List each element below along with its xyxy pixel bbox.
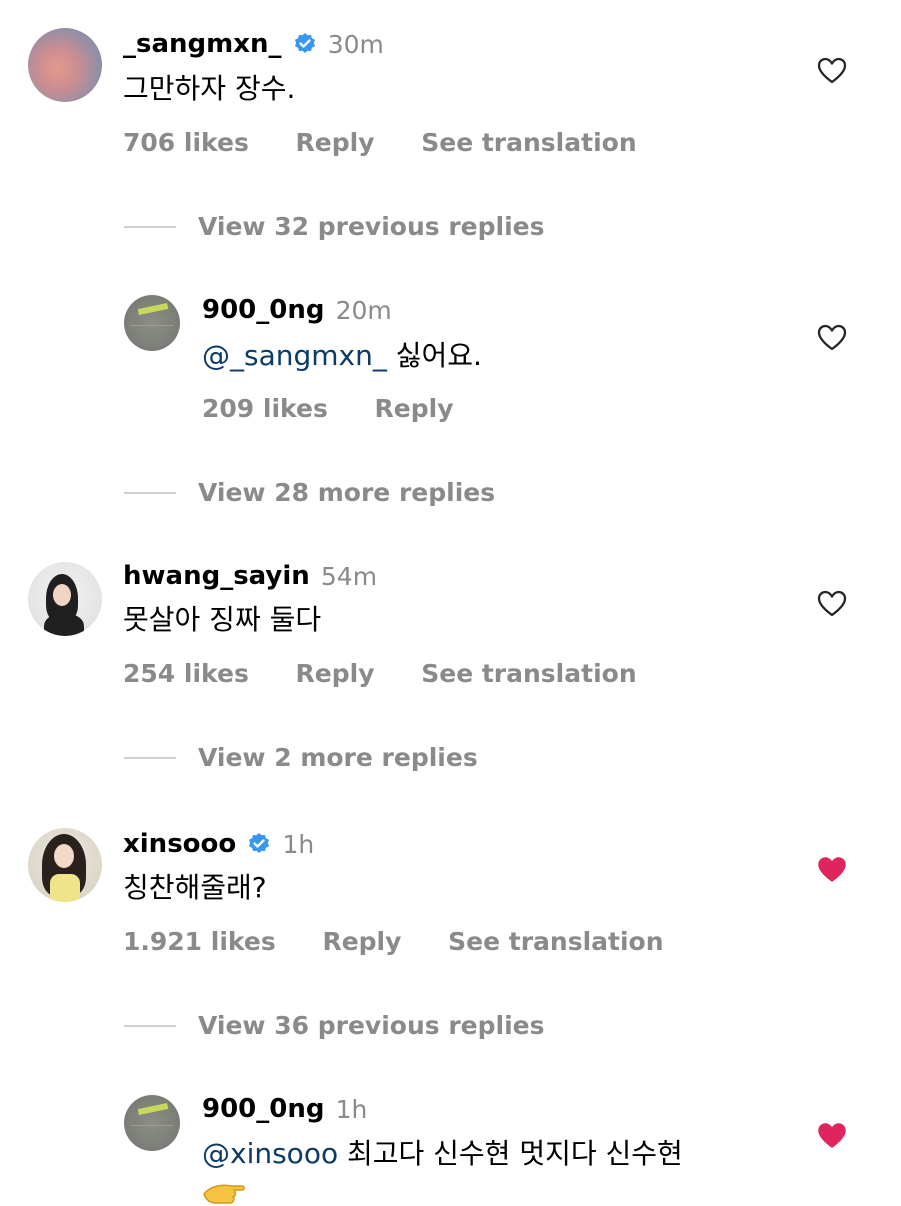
comment-text: 칭찬해줄래? <box>123 871 267 904</box>
avatar-900-0ng[interactable] <box>124 1095 180 1151</box>
comment-time: 1h <box>335 1094 368 1124</box>
heart-liked-icon[interactable] <box>817 1122 847 1150</box>
likes-count[interactable]: 1.921 likes <box>123 929 276 954</box>
avatar-900-0ng[interactable] <box>124 295 180 351</box>
heart-liked-icon[interactable] <box>817 856 847 884</box>
mention-link[interactable]: @_sangmxn_ <box>202 339 387 372</box>
avatar-sangmxn[interactable] <box>28 28 102 102</box>
reply-body: 최고다 신수현 멋지다 신수현 <box>338 1137 683 1170</box>
avatar-hwang-sayin[interactable] <box>28 562 102 636</box>
username[interactable]: hwang_sayin <box>123 561 310 591</box>
view-replies-button[interactable]: View 2 more replies <box>198 745 478 770</box>
see-translation-button[interactable]: See translation <box>421 130 636 155</box>
username[interactable]: 900_0ng <box>202 295 324 325</box>
comment-text: 그만하자 장수. <box>123 72 296 105</box>
vinyl-label <box>137 1102 169 1116</box>
reply-text: @_sangmxn_ 싫어요. <box>202 342 482 370</box>
heart-icon[interactable] <box>817 324 847 352</box>
view-replies-divider <box>124 492 176 494</box>
reply-text: @xinsooo 최고다 신수현 멋지다 신수현 <box>202 1140 683 1168</box>
pointing-hand-emoji-icon <box>203 1184 245 1204</box>
comment-time: 1h <box>282 829 315 859</box>
likes-count[interactable]: 254 likes <box>123 661 249 686</box>
reply-button[interactable]: Reply <box>322 929 401 954</box>
username[interactable]: 900_0ng <box>202 1094 324 1124</box>
comment-actions: 1.921 likes Reply See translation <box>123 929 664 954</box>
comment-actions: 254 likes Reply See translation <box>123 661 637 686</box>
likes-count[interactable]: 706 likes <box>123 130 249 155</box>
comment-text: 못살아 징짜 둘다 <box>123 603 322 636</box>
reply-body: 싫어요. <box>386 339 482 372</box>
reply-button[interactable]: Reply <box>296 130 375 155</box>
verified-badge-icon <box>294 33 315 53</box>
avatar-body <box>44 614 84 636</box>
see-translation-button[interactable]: See translation <box>448 929 663 954</box>
avatar-clothing <box>50 874 80 902</box>
comment-header: _sangmxn_ 30m <box>123 31 384 57</box>
comment-header: hwang_sayin 54m <box>123 563 377 589</box>
comment-header: xinsooo 1h <box>123 831 314 857</box>
vinyl-groove <box>130 1125 174 1126</box>
vinyl-groove <box>130 325 174 326</box>
comment-time: 30m <box>327 29 384 59</box>
heart-icon[interactable] <box>817 57 847 85</box>
comment-actions: 706 likes Reply See translation <box>123 130 637 155</box>
view-replies-button[interactable]: View 28 more replies <box>198 480 495 505</box>
view-replies-divider <box>124 226 176 228</box>
username[interactable]: _sangmxn_ <box>123 29 282 59</box>
reply-actions: 209 likes Reply <box>202 396 454 421</box>
vinyl-label <box>137 302 169 316</box>
see-translation-button[interactable]: See translation <box>421 661 636 686</box>
heart-icon[interactable] <box>817 590 847 618</box>
view-replies-divider <box>124 1025 176 1027</box>
avatar-face <box>53 584 71 606</box>
comment-time: 54m <box>320 561 378 591</box>
view-replies-divider <box>124 757 176 759</box>
likes-count[interactable]: 209 likes <box>202 396 328 421</box>
verified-badge-icon <box>249 833 270 853</box>
view-replies-button[interactable]: View 36 previous replies <box>198 1013 544 1038</box>
reply-header: 900_0ng 1h <box>202 1096 367 1122</box>
avatar-xinsooo[interactable] <box>28 828 102 902</box>
username[interactable]: xinsooo <box>123 829 236 859</box>
reply-button[interactable]: Reply <box>296 661 375 686</box>
view-replies-button[interactable]: View 32 previous replies <box>198 214 544 239</box>
reply-button[interactable]: Reply <box>375 396 454 421</box>
avatar-face <box>54 844 74 868</box>
reply-header: 900_0ng 20m <box>202 297 392 323</box>
comment-time: 20m <box>335 295 392 325</box>
mention-link[interactable]: @xinsooo <box>202 1137 338 1170</box>
